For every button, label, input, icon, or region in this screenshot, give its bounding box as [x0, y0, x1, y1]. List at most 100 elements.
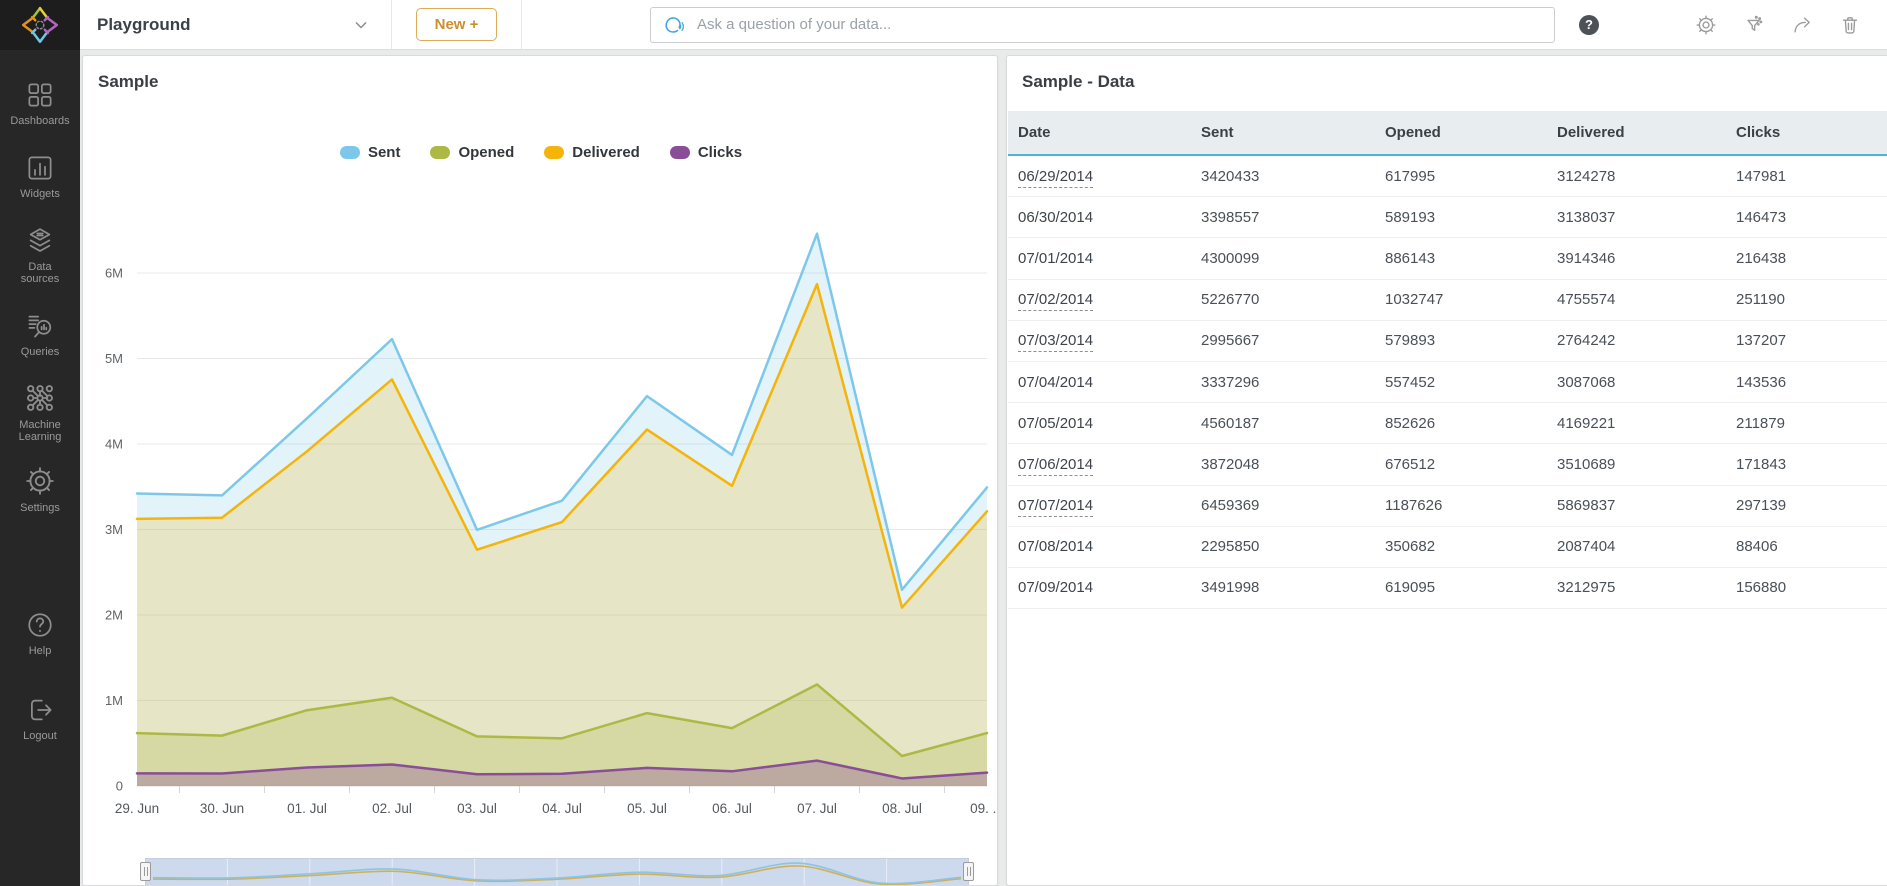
- metric-value: 3212975: [1557, 579, 1616, 597]
- cell-sent: 3398557: [1201, 209, 1385, 226]
- legend-swatch: [339, 146, 360, 159]
- dashboard-settings-icon[interactable]: [1695, 14, 1717, 36]
- metric-value: 852626: [1385, 414, 1436, 432]
- date-value[interactable]: 07/06/2014: [1018, 455, 1094, 476]
- legend-item-clicks[interactable]: Clicks: [669, 144, 743, 161]
- legend-item-delivered[interactable]: Delivered: [544, 144, 640, 161]
- trash-icon[interactable]: [1839, 14, 1861, 36]
- svg-text:01. Jul: 01. Jul: [287, 801, 327, 816]
- svg-text:09. ...: 09. ...: [970, 801, 998, 816]
- navigator-handle-left[interactable]: [140, 862, 151, 881]
- sidebar-item-queries[interactable]: Queries: [0, 311, 80, 358]
- sidebar-item-widgets[interactable]: Widgets: [0, 153, 80, 200]
- table-row: 07/01/2014 4300099 886143 3914346 216438: [1008, 238, 1887, 280]
- cell-opened: 852626: [1385, 415, 1557, 432]
- metric-value: 3124278: [1557, 167, 1616, 185]
- date-value: 07/09/2014: [1018, 579, 1094, 597]
- cell-opened: 1187626: [1385, 497, 1557, 514]
- metric-value: 3138037: [1557, 208, 1616, 226]
- ask-data-search[interactable]: [650, 6, 1555, 43]
- sidebar-item-logout[interactable]: Logout: [0, 695, 80, 742]
- machine-learning-icon: [27, 385, 53, 411]
- sidebar-item-label: Machine Learning: [18, 419, 62, 443]
- workspace-selector[interactable]: Playground: [80, 0, 392, 49]
- column-header-clicks[interactable]: Clicks: [1736, 124, 1887, 141]
- metric-value: 6459369: [1201, 497, 1260, 515]
- svg-text:3M: 3M: [105, 522, 123, 537]
- table-body: 06/29/2014 3420433 617995 3124278 147981 06/3…: [1008, 156, 1887, 610]
- table-row: 07/04/2014 3337296 557452 3087068 143536: [1008, 362, 1887, 404]
- metric-value: 3398557: [1201, 208, 1260, 226]
- cell-date: 07/04/2014: [1018, 374, 1201, 391]
- metric-value: 297139: [1736, 497, 1787, 515]
- sidebar-item-dashboards[interactable]: Dashboards: [0, 80, 80, 127]
- sample-area-chart[interactable]: 0 1M 2M 3M 4M 5M 6M 29. Jun 30. Jun 01. Jul 02. Ju…: [83, 181, 998, 841]
- table-row: 07/08/2014 2295850 350682 2087404 88406: [1008, 527, 1887, 568]
- sidebar-item-help[interactable]: Help: [0, 610, 80, 657]
- cell-clicks: 146473: [1736, 209, 1887, 226]
- column-header-sent[interactable]: Sent: [1201, 124, 1385, 141]
- navigator-handle-right[interactable]: [963, 862, 974, 881]
- logout-icon: [31, 699, 52, 721]
- metric-value: 146473: [1736, 208, 1787, 226]
- metric-value: 251190: [1736, 291, 1785, 309]
- cell-clicks: 297139: [1736, 497, 1887, 514]
- sidebar-item-data-sources[interactable]: Data sources: [0, 226, 80, 285]
- legend-item-opened[interactable]: Opened: [430, 144, 514, 161]
- metric-value: 579893: [1385, 332, 1436, 350]
- svg-text:4M: 4M: [105, 437, 123, 452]
- topbar-actions: [1695, 14, 1861, 36]
- chart-navigator[interactable]: [140, 858, 974, 885]
- sidebar-item-settings[interactable]: Settings: [0, 465, 80, 514]
- app-logo[interactable]: [0, 0, 80, 50]
- cell-opened: 589193: [1385, 209, 1557, 226]
- help-circle-icon[interactable]: ?: [1579, 14, 1599, 35]
- legend-item-sent[interactable]: Sent: [339, 144, 400, 161]
- metric-value: 3914346: [1557, 249, 1616, 267]
- metric-value: 1032747: [1385, 291, 1444, 309]
- share-icon[interactable]: [1791, 14, 1813, 36]
- table-row: 06/30/2014 3398557 589193 3138037 146473: [1008, 197, 1887, 239]
- date-value[interactable]: 06/29/2014: [1018, 167, 1094, 188]
- trash-icon: [1842, 16, 1858, 34]
- column-header-date[interactable]: Date: [1018, 124, 1201, 141]
- cell-date: 07/05/2014: [1018, 415, 1201, 432]
- cell-opened: 617995: [1385, 168, 1557, 185]
- sidebar-item-machine-learning[interactable]: Machine Learning: [0, 382, 80, 443]
- svg-text:30. Jun: 30. Jun: [200, 801, 244, 816]
- svg-text:07. Jul: 07. Jul: [797, 801, 837, 816]
- cell-delivered: 3124278: [1557, 168, 1736, 185]
- table-row: 07/05/2014 4560187 852626 4169221 211879: [1008, 403, 1887, 445]
- metric-value: 3420433: [1201, 167, 1260, 185]
- cell-sent: 3872048: [1201, 456, 1385, 473]
- cell-delivered: 3914346: [1557, 250, 1736, 267]
- cell-clicks: 171843: [1736, 456, 1887, 473]
- cell-delivered: 5869837: [1557, 497, 1736, 514]
- date-value[interactable]: 07/07/2014: [1018, 497, 1094, 518]
- cell-clicks: 88406: [1736, 538, 1887, 555]
- data-table: Date Sent Opened Delivered Clicks 06/29/2014…: [1008, 111, 1887, 610]
- date-value[interactable]: 07/02/2014: [1018, 291, 1094, 312]
- search-input[interactable]: [695, 15, 1554, 34]
- column-header-delivered[interactable]: Delivered: [1557, 124, 1736, 141]
- cell-opened: 1032747: [1385, 291, 1557, 308]
- legend-label: Clicks: [697, 144, 743, 161]
- metric-value: 2087404: [1557, 538, 1616, 556]
- new-button[interactable]: New +: [415, 8, 498, 41]
- cell-delivered: 2087404: [1557, 538, 1736, 555]
- metric-value: 211879: [1736, 414, 1785, 432]
- cell-opened: 676512: [1385, 456, 1557, 473]
- column-header-opened[interactable]: Opened: [1385, 124, 1557, 141]
- filter-sparkle-icon[interactable]: [1743, 14, 1765, 36]
- svg-text:06. Jul: 06. Jul: [712, 801, 752, 816]
- dashboards-icon: [28, 83, 52, 107]
- sidebar-item-label: Widgets: [20, 188, 60, 200]
- date-value[interactable]: 07/03/2014: [1018, 332, 1094, 353]
- svg-text:04. Jul: 04. Jul: [542, 801, 582, 816]
- cell-sent: 3420433: [1201, 168, 1385, 185]
- cell-delivered: 4755574: [1557, 291, 1736, 308]
- sidebar-nav: Dashboards Widgets Data sources Queries Mach…: [0, 50, 80, 742]
- legend-swatch: [544, 146, 565, 159]
- help-icon: [28, 613, 52, 637]
- svg-text:08. Jul: 08. Jul: [882, 801, 922, 816]
